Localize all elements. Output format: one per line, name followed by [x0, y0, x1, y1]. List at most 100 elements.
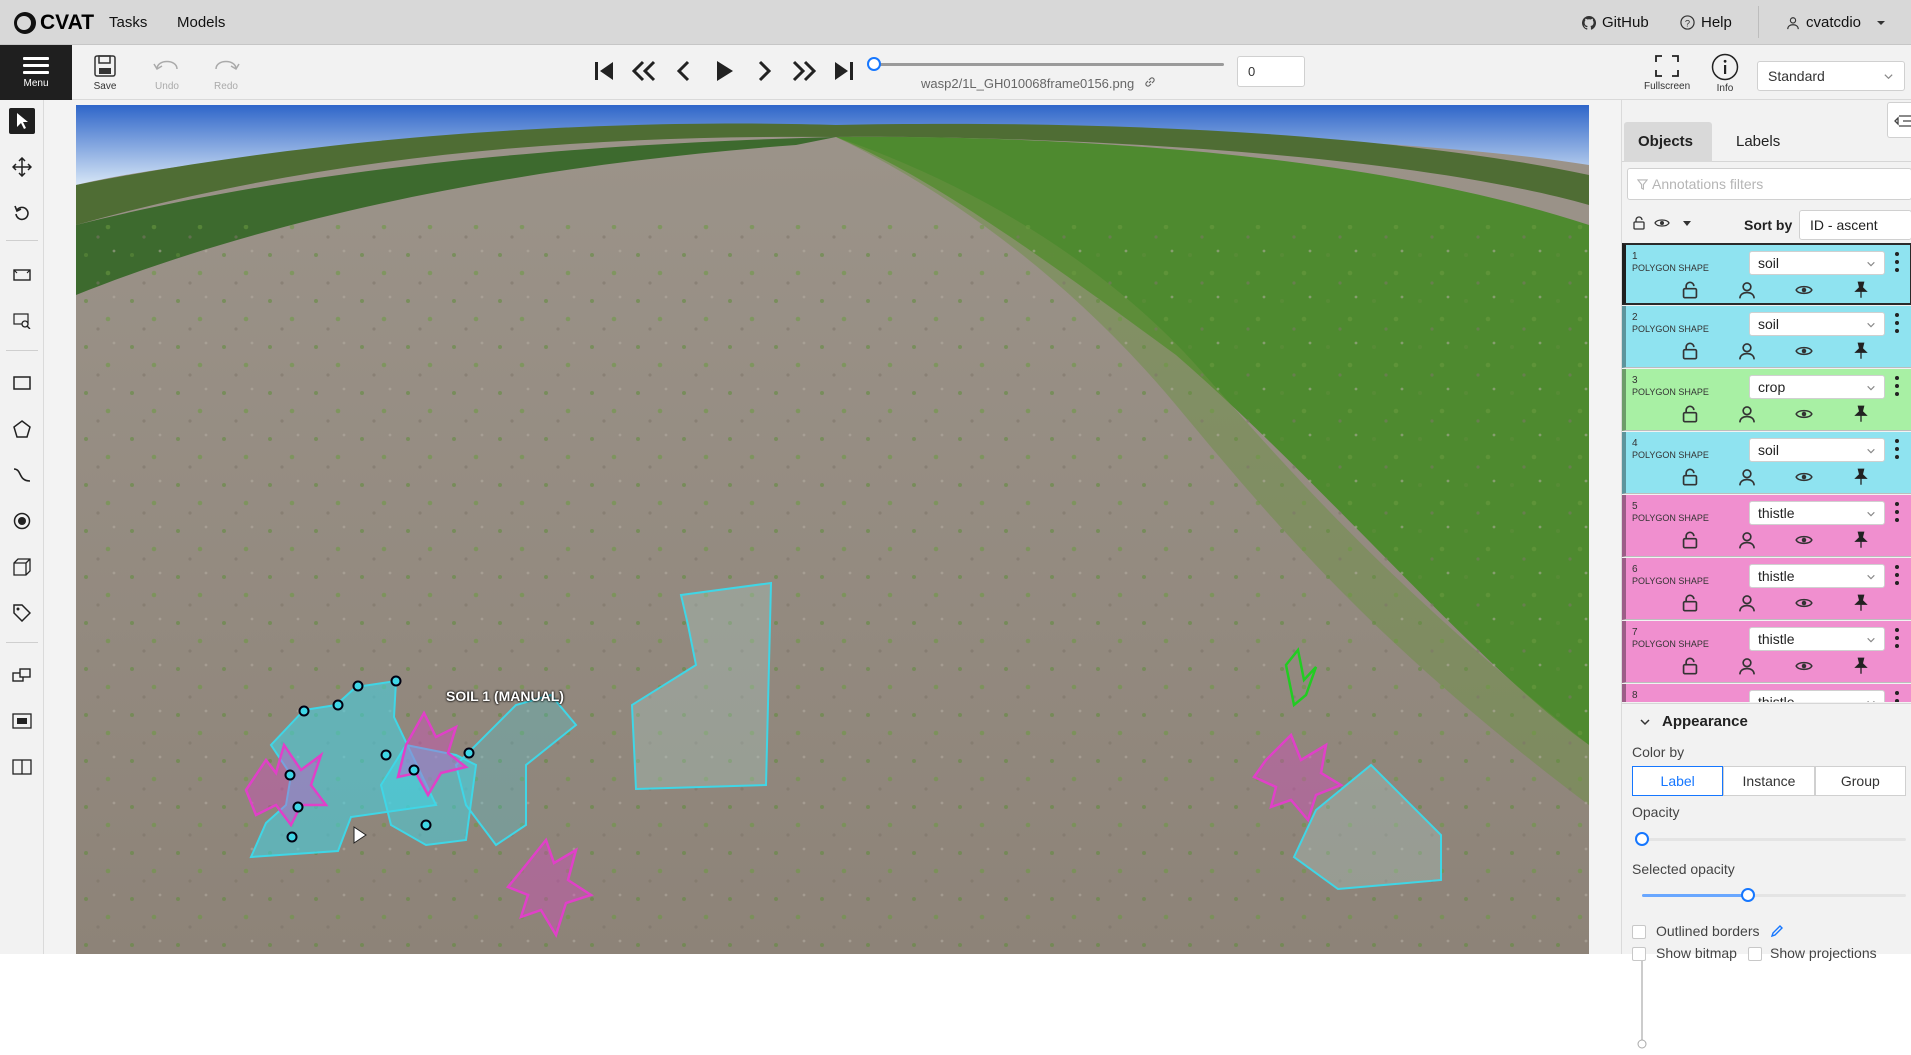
nav-tasks-link[interactable]: Tasks — [109, 14, 147, 31]
frame-number-input[interactable]: 0 — [1237, 56, 1305, 87]
pin-icon[interactable] — [1852, 281, 1870, 299]
unlock-icon[interactable] — [1681, 342, 1699, 360]
cvat-logo[interactable]: CVAT — [14, 11, 94, 35]
show-bitmap-checkbox[interactable] — [1632, 947, 1646, 961]
pin-icon[interactable] — [1852, 342, 1870, 360]
frame-slider[interactable] — [874, 63, 1224, 66]
zoom-region-tool[interactable] — [9, 308, 35, 334]
eye-icon[interactable] — [1795, 657, 1813, 675]
user-icon[interactable] — [1738, 342, 1756, 360]
object-label-select[interactable]: soil — [1749, 438, 1885, 462]
user-icon[interactable] — [1738, 594, 1756, 612]
pin-icon[interactable] — [1852, 657, 1870, 675]
previous-frame-button[interactable] — [670, 55, 698, 87]
nav-models-link[interactable]: Models — [177, 14, 225, 31]
lock-all-icon[interactable] — [1632, 216, 1646, 230]
tab-objects[interactable]: Objects — [1624, 122, 1712, 162]
fullscreen-button[interactable]: Fullscreen — [1644, 53, 1690, 92]
first-frame-button[interactable] — [590, 55, 618, 87]
user-icon[interactable] — [1738, 281, 1756, 299]
eye-icon[interactable] — [1795, 342, 1813, 360]
annotations-filter-input[interactable]: Annotations filters — [1627, 168, 1911, 200]
object-label-select[interactable]: thistle — [1749, 690, 1885, 702]
more-options-icon[interactable] — [1894, 312, 1900, 334]
save-button[interactable]: Save — [92, 53, 118, 92]
annotation-canvas[interactable]: SOIL 1 (MANUAL) — [76, 105, 1589, 954]
next-step-button[interactable] — [790, 55, 818, 87]
setup-tag-tool[interactable] — [9, 600, 35, 626]
eye-icon[interactable] — [1795, 531, 1813, 549]
object-item[interactable]: 8POLYGON SHAPEthistle — [1622, 684, 1911, 702]
user-icon[interactable] — [1738, 531, 1756, 549]
user-icon[interactable] — [1738, 405, 1756, 423]
pin-icon[interactable] — [1852, 531, 1870, 549]
eye-icon[interactable] — [1795, 405, 1813, 423]
github-link[interactable]: GitHub — [1582, 14, 1649, 31]
workspace-select[interactable]: Standard — [1757, 61, 1905, 91]
merge-shapes-tool[interactable] — [9, 662, 35, 688]
more-options-icon[interactable] — [1894, 627, 1900, 649]
draw-cuboid-tool[interactable] — [9, 554, 35, 580]
cursor-tool[interactable] — [9, 108, 35, 134]
help-link[interactable]: ? Help — [1680, 14, 1732, 31]
opacity-slider-handle[interactable] — [1635, 832, 1649, 846]
color-by-instance-option[interactable]: Instance — [1723, 766, 1815, 796]
draw-rectangle-tool[interactable] — [9, 370, 35, 396]
unlock-icon[interactable] — [1681, 594, 1699, 612]
frame-slider-handle[interactable] — [867, 57, 881, 71]
more-options-icon[interactable] — [1894, 564, 1900, 586]
unlock-icon[interactable] — [1681, 531, 1699, 549]
eye-icon[interactable] — [1795, 281, 1813, 299]
object-label-select[interactable]: soil — [1749, 251, 1885, 275]
fit-image-tool[interactable] — [9, 262, 35, 288]
user-icon[interactable] — [1738, 657, 1756, 675]
play-button[interactable] — [710, 55, 738, 87]
selected-opacity-handle[interactable] — [1740, 888, 1755, 902]
eye-icon[interactable] — [1795, 594, 1813, 612]
more-options-icon[interactable] — [1894, 438, 1900, 460]
appearance-title[interactable]: Appearance — [1662, 713, 1748, 730]
outlined-borders-checkbox[interactable] — [1632, 925, 1646, 939]
more-options-icon[interactable] — [1894, 690, 1900, 702]
pin-icon[interactable] — [1852, 468, 1870, 486]
object-label-select[interactable]: thistle — [1749, 501, 1885, 525]
caret-down-icon[interactable] — [1682, 218, 1692, 228]
object-label-select[interactable]: thistle — [1749, 564, 1885, 588]
eye-all-icon[interactable] — [1654, 216, 1670, 230]
rotate-tool[interactable] — [9, 200, 35, 226]
show-projections-checkbox[interactable] — [1748, 947, 1762, 961]
redo-button[interactable]: Redo — [211, 53, 241, 92]
object-label-select[interactable]: crop — [1749, 375, 1885, 399]
object-item[interactable]: 7 POLYGON SHAPE thistle — [1622, 621, 1911, 683]
more-options-icon[interactable] — [1894, 251, 1900, 273]
user-menu[interactable]: cvatcdio — [1786, 14, 1887, 31]
menu-button[interactable]: Menu — [0, 45, 72, 100]
object-label-select[interactable]: thistle — [1749, 627, 1885, 651]
move-tool[interactable] — [9, 154, 35, 180]
draw-polyline-tool[interactable] — [9, 462, 35, 488]
color-by-group-option[interactable]: Group — [1814, 766, 1906, 796]
tab-labels[interactable]: Labels — [1722, 122, 1802, 162]
previous-step-button[interactable] — [630, 55, 658, 87]
object-item[interactable]: 3 POLYGON SHAPE crop — [1622, 369, 1911, 431]
user-icon[interactable] — [1738, 468, 1756, 486]
info-button[interactable]: Info — [1711, 53, 1739, 94]
unlock-icon[interactable] — [1681, 405, 1699, 423]
sort-select[interactable]: ID - ascent — [1799, 210, 1911, 240]
object-item[interactable]: 2 POLYGON SHAPE soil — [1622, 306, 1911, 368]
more-options-icon[interactable] — [1894, 501, 1900, 523]
unlock-icon[interactable] — [1681, 657, 1699, 675]
undo-button[interactable]: Undo — [152, 53, 182, 92]
object-item[interactable]: 6 POLYGON SHAPE thistle — [1622, 558, 1911, 620]
next-frame-button[interactable] — [750, 55, 778, 87]
eye-icon[interactable] — [1795, 468, 1813, 486]
unlock-icon[interactable] — [1681, 281, 1699, 299]
object-item[interactable]: 4 POLYGON SHAPE soil — [1622, 432, 1911, 494]
pin-icon[interactable] — [1852, 405, 1870, 423]
chevron-down-icon[interactable] — [1639, 716, 1651, 728]
object-label-select[interactable]: soil — [1749, 312, 1885, 336]
more-options-icon[interactable] — [1894, 375, 1900, 397]
group-shapes-tool[interactable] — [9, 708, 35, 734]
object-item[interactable]: 5 POLYGON SHAPE thistle — [1622, 495, 1911, 557]
color-by-label-option[interactable]: Label — [1632, 766, 1724, 796]
